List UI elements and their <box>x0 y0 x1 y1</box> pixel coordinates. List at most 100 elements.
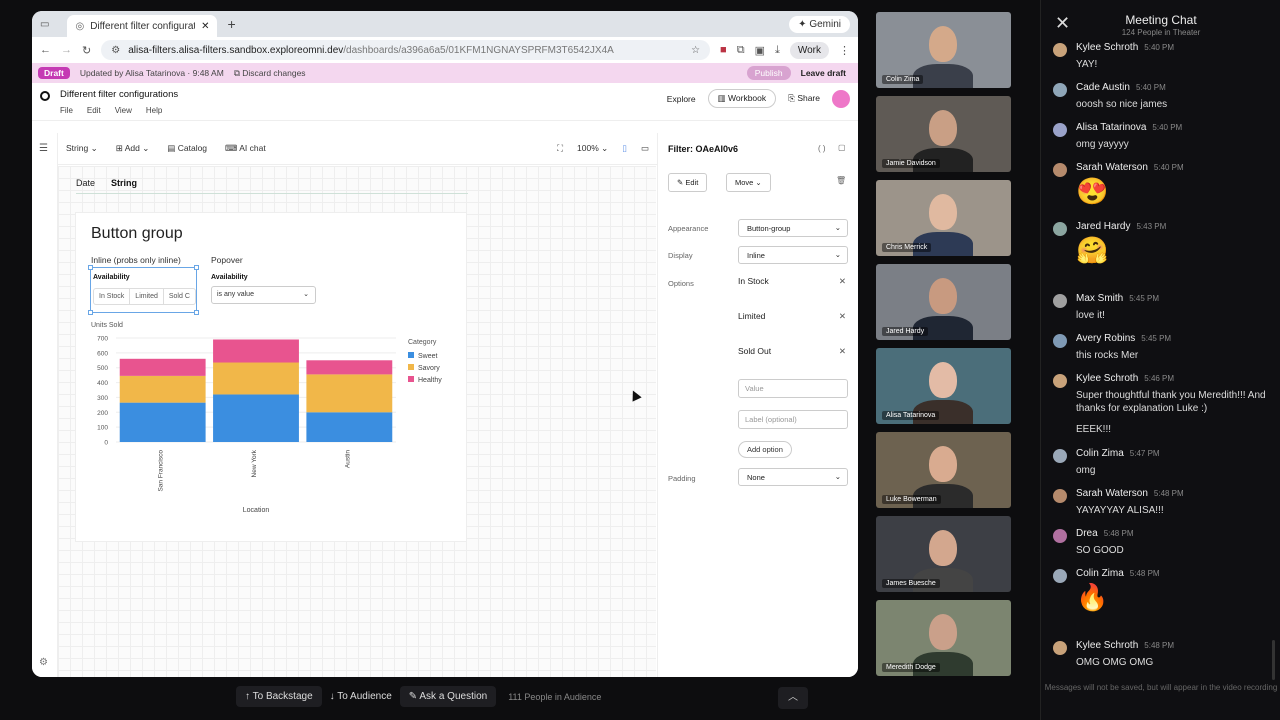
label-input[interactable]: Label (optional) <box>738 410 848 429</box>
new-tab-button[interactable]: + <box>227 16 235 32</box>
add-button[interactable]: ⊞ Add ⌄ <box>116 143 150 154</box>
chevron-up-icon[interactable]: ︿ <box>778 687 808 709</box>
share-label: Share <box>797 93 820 103</box>
url-field[interactable]: ⚙ alisa-filters.alisa-filters.sandbox.ex… <box>101 40 711 60</box>
collapse-panel-icon[interactable]: ▢ <box>838 143 846 152</box>
document-title[interactable]: Different filter configurations <box>60 89 178 100</box>
code-icon[interactable]: ( ) <box>818 144 826 153</box>
desktop-view-icon[interactable]: ▭ <box>641 143 649 154</box>
profile-button[interactable]: Work <box>789 41 829 59</box>
omni-logo-icon[interactable] <box>40 91 50 101</box>
bar-segment-savory <box>213 362 299 395</box>
zoom-dropdown[interactable]: 100% ⌄ <box>577 143 608 154</box>
option-in-stock[interactable]: In Stock <box>94 289 131 304</box>
display-select[interactable]: Inline ⌄ <box>738 246 848 264</box>
add-option-button[interactable]: Add option <box>738 441 792 458</box>
legend-swatch <box>408 352 414 358</box>
address-bar-row: ← → ↻ ⚙ alisa-filters.alisa-filters.sand… <box>32 37 858 63</box>
resize-handle[interactable] <box>88 310 93 315</box>
participant-name: Luke Bowerman <box>882 495 941 504</box>
tab-string[interactable]: String <box>111 178 137 188</box>
tab-date[interactable]: Date <box>76 178 95 188</box>
video-tile[interactable]: Luke Bowerman <box>876 432 1011 508</box>
puzzle-icon[interactable]: ⧉ <box>737 44 745 57</box>
menu-help[interactable]: Help <box>146 106 162 115</box>
menu-view[interactable]: View <box>115 106 132 115</box>
download-icon[interactable]: ⤓ <box>775 44 780 57</box>
option-row[interactable]: In Stock ✕ <box>738 276 848 286</box>
remove-option-icon[interactable]: ✕ <box>839 311 846 322</box>
workbook-button[interactable]: ▥ Workbook <box>707 89 777 108</box>
trash-icon[interactable]: 🗑 <box>836 176 846 185</box>
to-backstage-button[interactable]: ↑ To Backstage <box>236 686 322 707</box>
option-limited[interactable]: Limited <box>130 289 164 304</box>
left-rail: ☰ ⚙ <box>32 133 58 677</box>
bar-segment-healthy <box>306 360 393 375</box>
ask-question-button[interactable]: ✎ Ask a Question <box>399 686 497 707</box>
message-time: 5:45 PM <box>1129 294 1160 303</box>
user-avatar[interactable] <box>832 89 850 108</box>
sidebar-toggle-icon[interactable]: ▭ <box>40 19 49 30</box>
bar-segment-savory <box>119 375 206 403</box>
participant-head <box>929 614 957 650</box>
site-info-icon[interactable]: ⚙ <box>111 45 120 56</box>
share-button[interactable]: ⎘ Share <box>788 93 820 104</box>
publish-button[interactable]: Publish <box>746 66 791 80</box>
appearance-select[interactable]: Button-group ⌄ <box>738 219 848 237</box>
kebab-menu-icon[interactable]: ⋮ <box>839 44 850 57</box>
cast-icon[interactable]: ▣ <box>755 44 765 57</box>
menu-edit[interactable]: Edit <box>87 106 101 115</box>
message-author: Jared Hardy 5:43 PM <box>1076 221 1167 232</box>
gemini-button[interactable]: ✦ Gemini <box>789 15 850 33</box>
option-sold-out[interactable]: Sold C <box>164 289 195 304</box>
padding-select[interactable]: None ⌄ <box>738 468 848 486</box>
reload-icon[interactable]: ↻ <box>82 44 91 57</box>
explore-button[interactable]: Explore <box>667 94 696 104</box>
bar-segment-healthy <box>119 358 206 376</box>
mouse-cursor <box>628 388 642 402</box>
back-icon[interactable]: ← <box>40 44 51 56</box>
bookmark-star-icon[interactable]: ☆ <box>691 45 700 56</box>
video-tile[interactable]: Chris Merrick <box>876 180 1011 256</box>
fit-icon[interactable]: ⛶ <box>557 143 563 154</box>
participant-name: Colin Zima <box>882 75 924 84</box>
layers-icon[interactable]: ☰ <box>39 143 48 154</box>
inline-filter-selected[interactable]: Availability In Stock Limited Sold C <box>88 265 199 315</box>
option-row[interactable]: Sold Out ✕ <box>738 346 848 356</box>
message-time: 5:48 PM <box>1144 641 1175 650</box>
resize-handle[interactable] <box>88 265 93 270</box>
legend-label: Sweet <box>418 353 438 360</box>
ai-chat-button[interactable]: ⌨ AI chat <box>225 143 266 154</box>
value-input[interactable]: Value <box>738 379 848 398</box>
to-audience-button[interactable]: ↓ To Audience <box>330 691 392 702</box>
menu-file[interactable]: File <box>60 106 73 115</box>
video-tile[interactable]: James Buesche <box>876 516 1011 592</box>
move-button[interactable]: Move ⌄ <box>726 173 771 192</box>
video-tile[interactable]: Colin Zima <box>876 12 1011 88</box>
dashboard-canvas: Date String Button group Inline (probs o… <box>58 166 656 677</box>
remove-option-icon[interactable]: ✕ <box>839 346 846 357</box>
forward-icon[interactable]: → <box>61 44 72 56</box>
browser-tab[interactable]: ◎ Different filter configurations ✕ <box>67 15 218 37</box>
discard-changes-link[interactable]: ⧉ Discard changes <box>234 68 306 79</box>
video-tile[interactable]: Jamie Davidson <box>876 96 1011 172</box>
meeting-controls: ↑ To Backstage ↓ To Audience ✎ Ask a Que… <box>236 686 601 707</box>
resize-handle[interactable] <box>194 265 199 270</box>
catalog-button[interactable]: ▤ Catalog <box>167 143 207 154</box>
remove-option-icon[interactable]: ✕ <box>839 276 846 287</box>
mobile-view-icon[interactable]: ▯ <box>622 143 627 154</box>
availability-popover-select[interactable]: is any value ⌄ <box>211 286 316 304</box>
resize-handle[interactable] <box>194 310 199 315</box>
leave-draft-button[interactable]: Leave draft <box>801 68 846 78</box>
chat-scrollbar[interactable] <box>1272 640 1275 680</box>
video-tile[interactable]: Meredith Dodge <box>876 600 1011 676</box>
extension-icon[interactable]: ■ <box>720 44 727 56</box>
edit-button[interactable]: ✎ Edit <box>668 173 708 192</box>
video-tile[interactable]: Jared Hardy <box>876 264 1011 340</box>
filter-type-dropdown[interactable]: String ⌄ <box>66 143 98 154</box>
close-tab-icon[interactable]: ✕ <box>201 21 209 32</box>
video-tile[interactable]: Alisa Tatarinova <box>876 348 1011 424</box>
draft-badge[interactable]: Draft <box>38 67 70 79</box>
settings-gear-icon[interactable]: ⚙ <box>39 657 48 668</box>
option-row[interactable]: Limited ✕ <box>738 311 848 321</box>
